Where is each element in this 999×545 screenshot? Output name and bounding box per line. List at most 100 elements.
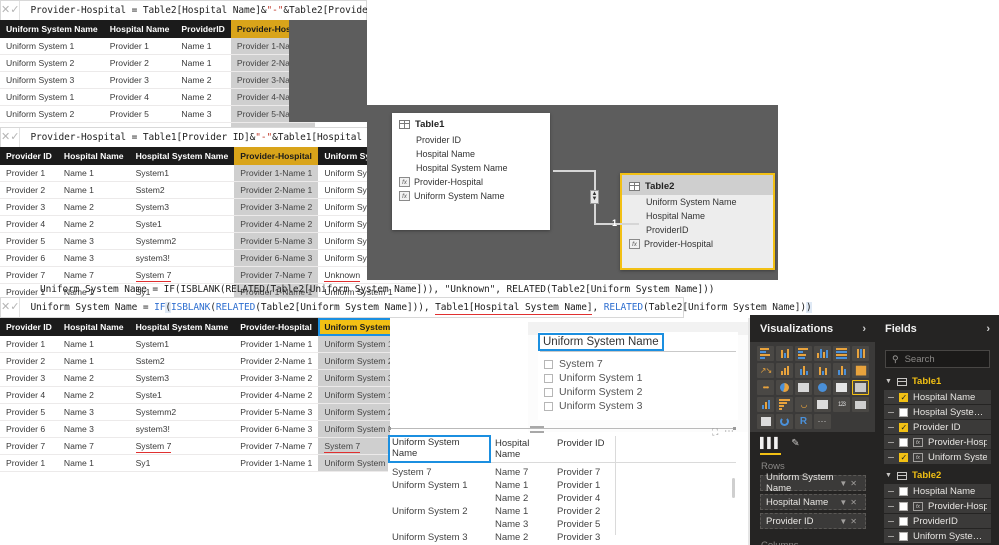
field-item-uniform-system-name[interactable]: fx Uniform Syste… (884, 450, 991, 464)
checkbox-icon[interactable] (899, 486, 908, 496)
slicer-item[interactable]: System 7 (538, 357, 738, 371)
pie-chart-icon[interactable] (776, 380, 793, 395)
formula-bar-bottom[interactable]: ✕ ✓ Uniform System Name = IF(ISBLANK(REL… (0, 297, 812, 318)
cancel-icon[interactable]: ✕ (1, 132, 10, 143)
slicer-title[interactable]: Uniform System Name (538, 333, 664, 351)
table-visual-col-hospital-name[interactable]: Hospital Name (491, 436, 553, 462)
checkbox-icon[interactable] (544, 387, 553, 397)
check-icon[interactable]: ✓ (10, 132, 19, 143)
table-row[interactable]: Provider 4 Name 2 Syste1 Provider 4-Name 2U… (0, 215, 423, 233)
field-item-hospital-name[interactable]: Hospital Name (884, 390, 991, 404)
rel-field-hospital-name-t2[interactable]: Hospital Name (622, 209, 773, 223)
well-field-uniform-system-name[interactable]: Uniform System Name ▼✕ (760, 472, 866, 494)
table-visual-col-provider-id[interactable]: Provider ID (553, 436, 615, 462)
col-providerid[interactable]: ProviderID (175, 20, 231, 38)
slicer-item[interactable]: Uniform System 2 (538, 385, 738, 399)
check-icon[interactable]: ✓ (10, 302, 19, 313)
drag-handle-icon[interactable] (888, 520, 894, 522)
slicer-visual[interactable]: Uniform System Name System 7 Uniform Sys… (538, 332, 738, 420)
checkbox-icon[interactable] (899, 531, 908, 541)
table-icon[interactable] (852, 380, 869, 395)
field-group-table1[interactable]: ▼ Table1 (875, 374, 999, 389)
waterfall-chart-icon[interactable] (757, 397, 774, 412)
col-provider-id[interactable]: Provider ID (0, 147, 58, 165)
r-script-visual-icon[interactable]: R (795, 414, 812, 429)
table-row[interactable]: Provider 3 Name 2 System3 Provider 3-Name 2… (0, 198, 423, 216)
formula-bar-top[interactable]: ✕ ✓ Provider-Hospital = Table2[Hospital … (0, 0, 390, 21)
table-row[interactable]: Uniform System 1 Provider 1 Name 1 Provider… (0, 38, 315, 55)
data-grid-table1-mid[interactable]: Provider ID Hospital Name Hospital Syste… (0, 147, 423, 301)
table-visual-row[interactable]: System 7 Name 7 Provider 7 (388, 466, 736, 479)
visual-resize-handle-top2[interactable] (530, 431, 544, 433)
rel-field-provider-hospital[interactable]: fx Provider-Hospital (392, 175, 550, 189)
table-visual-col-uniform-system-name[interactable]: Uniform System Name (388, 435, 491, 463)
rel-box-table1[interactable]: Table1 Provider ID Hospital Name Hospita… (392, 113, 550, 230)
col-provider-id[interactable]: Provider ID (0, 318, 58, 336)
scatter-chart-icon[interactable]: ••• (757, 380, 774, 395)
well-field-controls[interactable]: ▼✕ (839, 517, 860, 526)
well-field-controls[interactable]: ▼✕ (839, 479, 860, 488)
card-icon[interactable]: 123 (833, 397, 850, 412)
line-clustered-column-icon[interactable] (833, 363, 850, 378)
chevron-right-icon[interactable]: › (986, 323, 990, 335)
field-item-uniform-system-name-t2[interactable]: Uniform Syste… (884, 529, 991, 543)
drag-handle-icon[interactable] (888, 426, 894, 428)
hundred-percent-stacked-bar-icon[interactable] (833, 346, 850, 361)
expand-triangle-icon[interactable]: ▼ (885, 378, 892, 385)
stacked-area-chart-icon[interactable] (795, 363, 812, 378)
checkbox-icon[interactable] (899, 437, 908, 447)
table-row[interactable]: Provider 1 Name 1 System1 Provider 1-Name 1… (0, 336, 423, 353)
data-grid-table2[interactable]: Uniform System Name Hospital Name Provid… (0, 20, 315, 140)
rel-field-provider-id[interactable]: Provider ID (392, 133, 550, 147)
table-row[interactable]: Uniform System 1 Provider 4 Name 2 Provider… (0, 88, 315, 106)
slicer-item[interactable]: Uniform System 3 (538, 399, 738, 413)
checkbox-icon[interactable] (899, 407, 908, 417)
stacked-column-chart-icon[interactable] (776, 346, 793, 361)
drag-handle-icon[interactable] (888, 411, 894, 413)
visual-config-tabs[interactable]: ▌▌▌ ✎ (750, 431, 875, 455)
treemap-icon[interactable] (795, 380, 812, 395)
fields-pane[interactable]: Fields › ⚲ Search ▼ Table1 Hospital Name… (875, 315, 999, 545)
table-row[interactable]: Provider 1 Name 1 System1 Provider 1-Name 1… (0, 165, 423, 182)
table-row[interactable]: Provider 2 Name 1 Sstem2 Provider 2-Name 1U… (0, 181, 423, 199)
map-icon[interactable] (814, 380, 831, 395)
well-field-provider-id[interactable]: Provider ID ▼✕ (760, 513, 866, 529)
fields-tab[interactable]: ▌▌▌ (760, 438, 782, 455)
visual-corner-handle-left[interactable] (388, 427, 391, 430)
checkbox-icon[interactable] (899, 392, 908, 403)
cross-filter-direction-icon[interactable]: ▲ ▼ (590, 190, 599, 204)
formula-bar-mid[interactable]: ✕ ✓ Provider-Hospital = Table1[Provider … (0, 127, 396, 148)
col-uniform-system-name[interactable]: Uniform System Name (0, 20, 104, 38)
rel-field-hospital-name[interactable]: Hospital Name (392, 147, 550, 161)
table-visual-row[interactable]: Uniform System 1 Name 1 Provider 1 (388, 479, 736, 492)
check-icon[interactable]: ✓ (10, 5, 19, 16)
format-tab[interactable]: ✎ (791, 438, 799, 455)
multi-row-card-icon[interactable] (814, 397, 831, 412)
visualizations-pane[interactable]: Visualizations › ↗↘ ██ ••• ◡ 123 R ⋯ ▌▌▌… (750, 315, 875, 545)
drag-handle-icon[interactable] (888, 441, 894, 443)
checkbox-icon[interactable] (544, 373, 553, 383)
python-visual-icon[interactable] (776, 414, 793, 429)
rel-field-uniform-system-name[interactable]: fx Uniform System Name (392, 189, 550, 203)
checkbox-icon[interactable] (899, 501, 908, 511)
col-hospital-name[interactable]: Hospital Name (57, 147, 130, 165)
checkbox-icon[interactable] (899, 516, 908, 526)
ribbon-chart-icon[interactable]: ██ (852, 363, 869, 378)
field-item-provider-hospital[interactable]: fx Provider-Hosp… (884, 435, 991, 449)
checkbox-icon[interactable] (899, 452, 908, 463)
visual-resize-handle-top[interactable] (530, 426, 544, 428)
col-hospital-name[interactable]: Hospital Name (103, 20, 176, 38)
well-field-controls[interactable]: ▼✕ (839, 498, 860, 507)
field-item-provider-hospital-t2[interactable]: fx Provider-Hosp… (884, 499, 991, 513)
col-hospital-system-name[interactable]: Hospital System Name (129, 318, 235, 336)
data-grid-table1-bottom[interactable]: Provider ID Hospital Name Hospital Syste… (0, 318, 423, 472)
table-row[interactable]: Provider 6 Name 3 system3! Provider 6-Name … (0, 249, 423, 267)
field-item-providerid-t2[interactable]: ProviderID (884, 514, 991, 528)
more-visuals-icon[interactable]: ⋯ (814, 414, 831, 429)
area-chart-icon[interactable] (776, 363, 793, 378)
table-row[interactable]: Provider 4 Name 2 Syste1 Provider 4-Name 2U… (0, 386, 423, 404)
checkbox-icon[interactable] (544, 401, 553, 411)
table-row[interactable]: Provider 2 Name 1 Sstem2 Provider 2-Name 1U… (0, 352, 423, 370)
table-row[interactable]: Uniform System 3 Provider 3 Name 2 Provider… (0, 71, 315, 89)
rel-field-hospital-system-name[interactable]: Hospital System Name (392, 161, 550, 175)
